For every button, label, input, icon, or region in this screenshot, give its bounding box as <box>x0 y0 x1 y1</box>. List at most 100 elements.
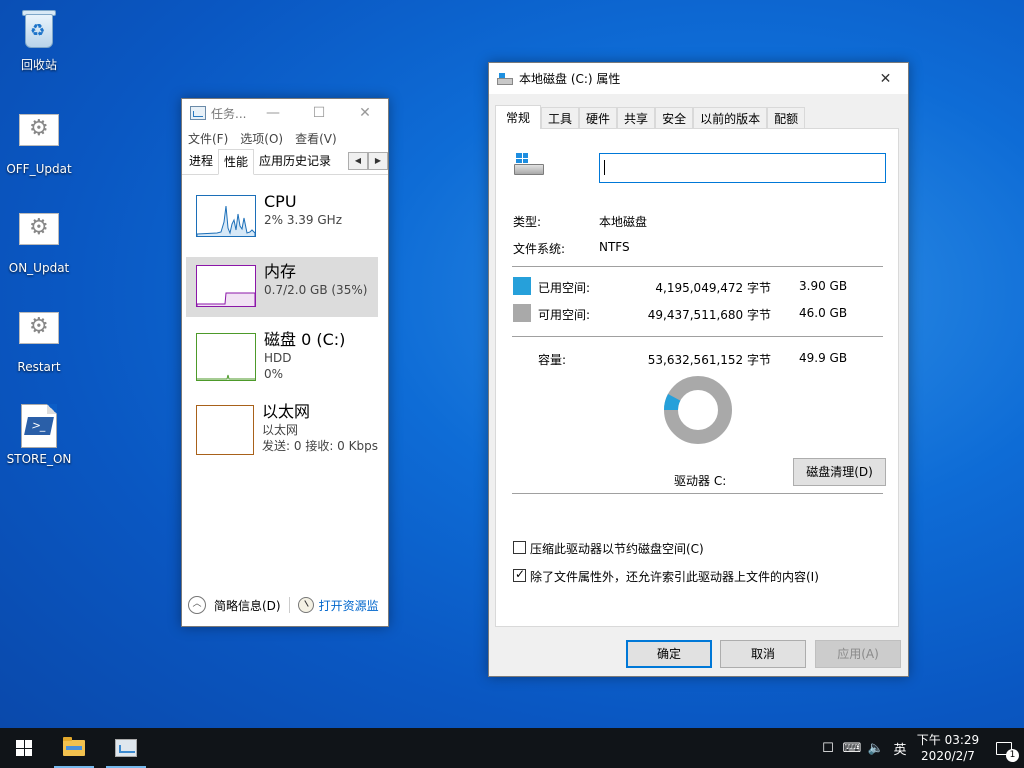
divider <box>288 597 290 613</box>
used-space-bytes: 4,195,049,472 字节 <box>655 281 771 295</box>
clock[interactable]: 下午 03:29 2020/2/7 <box>912 732 984 764</box>
notification-center-button[interactable]: 1 <box>984 728 1024 768</box>
titlebar[interactable]: 任务... — ☐ ✕ <box>182 99 388 127</box>
perf-title: 内存 <box>264 262 297 281</box>
perf-item-ethernet[interactable]: 以太网 以太网 发送: 0 接收: 0 Kbps <box>186 397 378 461</box>
perf-sub: HDD <box>264 351 292 365</box>
task-manager-window: 任务... — ☐ ✕ 文件(F) 选项(O) 查看(V) 进程 性能 应用历史… <box>181 98 389 627</box>
fewer-details-link[interactable]: 简略信息(D) <box>214 597 281 614</box>
memory-graph <box>196 265 256 307</box>
gear-file-icon <box>19 114 59 146</box>
task-manager-footer: ︿ 简略信息(D) 打开资源监 <box>188 596 384 614</box>
desktop-icon-off-updat[interactable]: OFF_Updat <box>1 108 77 176</box>
compress-checkbox[interactable] <box>513 541 526 554</box>
tab-security[interactable]: 安全 <box>655 107 694 129</box>
taskbar-file-explorer[interactable] <box>50 728 98 768</box>
ok-button[interactable]: 确定 <box>626 640 712 668</box>
capacity-label: 容量: <box>538 353 567 367</box>
clock-date: 2020/2/7 <box>921 749 975 763</box>
volume-icon[interactable]: 🔈 <box>864 741 888 756</box>
start-button[interactable] <box>0 728 48 768</box>
menu-view[interactable]: 查看(V) <box>295 130 337 147</box>
cancel-button[interactable]: 取消 <box>720 640 806 668</box>
volume-label-input[interactable] <box>599 153 886 183</box>
desktop-icon-label: STORE_ON <box>6 452 72 466</box>
close-button[interactable]: ✕ <box>863 64 908 94</box>
used-space-label: 已用空间: <box>538 281 591 295</box>
tab-performance[interactable]: 性能 <box>218 149 255 175</box>
minimize-button[interactable]: — <box>250 99 296 127</box>
index-label: 除了文件属性外，还允许索引此驱动器上文件的内容(I) <box>530 570 819 584</box>
free-space-label: 可用空间: <box>538 308 591 322</box>
perf-sub: 2% 3.39 GHz <box>264 213 343 227</box>
perf-title: 以太网 <box>262 402 311 421</box>
capacity-gb: 49.9 GB <box>799 351 848 365</box>
clock-time: 下午 03:29 <box>916 733 980 747</box>
perf-sub: 0.7/2.0 GB (35%) <box>264 283 368 297</box>
perf-sub: 0% <box>264 367 284 381</box>
tab-overflow[interactable] <box>336 149 346 174</box>
perf-item-memory[interactable]: 内存 0.7/2.0 GB (35%) <box>186 257 378 317</box>
notification-count-badge: 1 <box>1006 749 1019 762</box>
desktop-icon-label: 回收站 <box>20 58 57 72</box>
menu-file[interactable]: 文件(F) <box>188 130 228 147</box>
desktop-icon-label: OFF_Updat <box>6 162 72 176</box>
tab-processes[interactable]: 进程 <box>184 149 218 174</box>
desktop-icon-recycle-bin[interactable]: ♻ 回收站 <box>1 8 77 73</box>
disk-graph <box>196 333 256 381</box>
gear-file-icon <box>19 213 59 245</box>
system-tray: ☐ ⌨ 🔈 英 下午 03:29 2020/2/7 1 <box>816 728 1024 768</box>
close-button[interactable]: ✕ <box>342 99 388 127</box>
tab-strip: 常规 工具 硬件 共享 安全 以前的版本 配额 <box>495 105 806 129</box>
perf-sub: 发送: 0 接收: 0 Kbps <box>262 439 378 453</box>
task-manager-icon <box>190 106 206 120</box>
input-language-indicator[interactable]: 英 <box>888 739 912 758</box>
dialog-title: 本地磁盘 (C:) 属性 <box>519 72 621 86</box>
tab-scroll-left-button[interactable]: ◀ <box>348 152 368 170</box>
perf-item-cpu[interactable]: CPU 2% 3.39 GHz <box>186 187 378 249</box>
text-caret <box>604 160 605 175</box>
performance-list: CPU 2% 3.39 GHz 内存 0.7/2.0 GB (35%) 磁盘 0… <box>182 187 388 469</box>
menu-bar: 文件(F) 选项(O) 查看(V) <box>182 127 388 149</box>
tab-previous-versions[interactable]: 以前的版本 <box>693 107 768 129</box>
perf-title: 磁盘 0 (C:) <box>264 330 346 349</box>
type-value: 本地磁盘 <box>599 215 648 229</box>
filesystem-value: NTFS <box>599 240 630 254</box>
open-resource-monitor-link[interactable]: 打开资源监 <box>319 597 379 614</box>
capacity-bytes: 53,632,561,152 字节 <box>647 353 771 367</box>
titlebar[interactable]: 本地磁盘 (C:) 属性 ✕ <box>489 63 908 94</box>
disk-properties-dialog: 本地磁盘 (C:) 属性 ✕ 常规 工具 硬件 共享 安全 以前的版本 配额 类… <box>488 62 909 677</box>
divider <box>512 266 883 267</box>
tab-quota[interactable]: 配额 <box>767 107 806 129</box>
action-center-square-icon[interactable]: ☐ <box>816 741 840 756</box>
tab-general[interactable]: 常规 <box>495 105 542 129</box>
apply-button[interactable]: 应用(A) <box>815 640 901 668</box>
tab-scroll-right-button[interactable]: ▶ <box>368 152 388 170</box>
tab-app-history[interactable]: 应用历史记录 <box>254 149 336 174</box>
taskbar-task-manager[interactable] <box>102 728 150 768</box>
desktop-icon-restart[interactable]: Restart <box>1 306 77 374</box>
desktop-icon-store-on[interactable]: >_ STORE_ON <box>1 404 77 466</box>
desktop-icon-label: Restart <box>17 360 61 374</box>
maximize-button[interactable]: ☐ <box>296 99 342 127</box>
tab-hardware[interactable]: 硬件 <box>579 107 618 129</box>
windows-logo-icon <box>16 740 32 756</box>
free-space-gb: 46.0 GB <box>799 306 848 320</box>
chevron-up-icon[interactable]: ︿ <box>188 596 206 614</box>
network-icon[interactable]: ⌨ <box>840 741 864 756</box>
disk-cleanup-button[interactable]: 磁盘清理(D) <box>793 458 886 486</box>
menu-options[interactable]: 选项(O) <box>240 130 283 147</box>
folder-icon <box>63 737 85 756</box>
tab-sharing[interactable]: 共享 <box>617 107 656 129</box>
perf-sub: 以太网 <box>262 423 299 437</box>
desktop-icon-on-updat[interactable]: ON_Updat <box>1 207 77 275</box>
powershell-file-icon: >_ <box>21 404 57 448</box>
cpu-graph <box>196 195 256 237</box>
tab-tools[interactable]: 工具 <box>541 107 580 129</box>
divider <box>512 493 883 494</box>
recycle-bin-icon: ♻ <box>21 8 57 50</box>
free-space-swatch <box>513 304 531 322</box>
index-checkbox[interactable] <box>513 567 526 582</box>
ethernet-graph <box>196 405 255 455</box>
perf-item-disk[interactable]: 磁盘 0 (C:) HDD 0% <box>186 325 378 389</box>
